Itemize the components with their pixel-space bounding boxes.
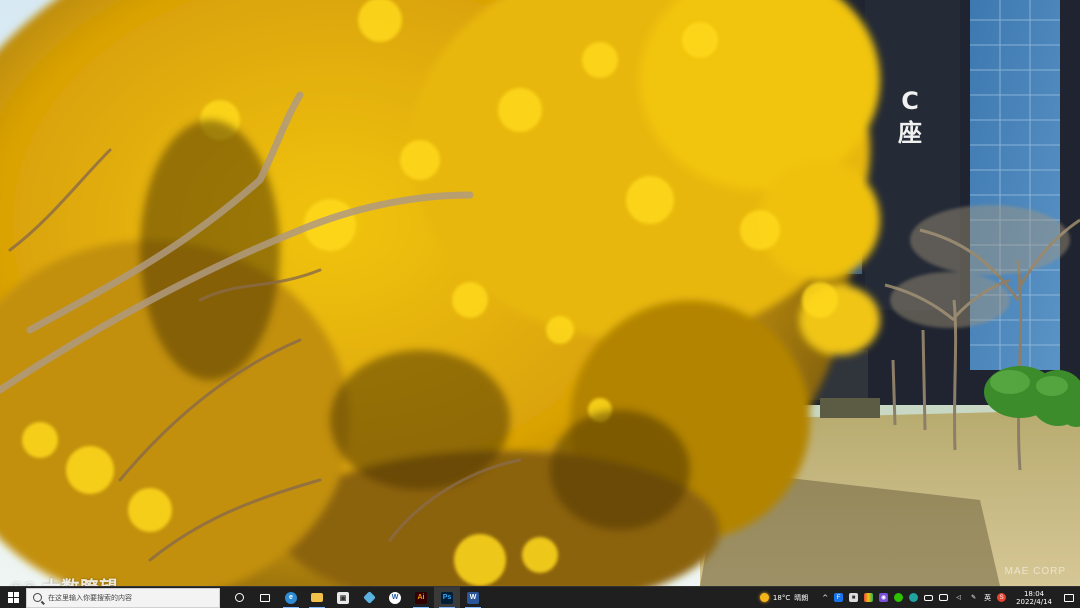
ime-indicator[interactable]: 英 (984, 593, 991, 603)
word-icon: W (467, 591, 479, 604)
sun-icon (759, 593, 769, 602)
taskbar-search-box[interactable]: 在这里输入你要搜索的内容 (26, 587, 220, 608)
sogou-ime-icon[interactable]: S (997, 593, 1007, 602)
taskbar-app-illustrator[interactable]: Ai (408, 587, 434, 608)
system-tray: 18°C 晴朗 ^ F ■ ◉ ◁ ✎ 英 S 18:04 2022/4/14 (759, 587, 1080, 608)
cube-icon (362, 591, 376, 604)
edge-icon: e (285, 591, 297, 604)
tray-app-blue-icon[interactable]: F (834, 593, 844, 602)
taskbar-app-edge[interactable]: e (278, 587, 304, 608)
clock-date: 2022/4/14 (1016, 597, 1052, 606)
desktop-wallpaper: C 座 (0, 0, 1080, 586)
volume-icon[interactable]: ◁ (954, 593, 963, 602)
battery-icon[interactable] (924, 594, 934, 601)
tray-app-teal-icon[interactable] (909, 593, 919, 602)
taskbar: 在这里输入你要搜索的内容 e ▣ W Ai Ps W 18°C 晴朗 ^ F ■… (0, 586, 1080, 608)
weather-widget[interactable]: 18°C 晴朗 (759, 593, 809, 603)
cortana-button[interactable] (226, 587, 252, 608)
weather-temp: 18°C (772, 593, 791, 602)
search-placeholder: 在这里输入你要搜索的内容 (48, 593, 132, 602)
photoshop-icon: Ps (441, 591, 453, 604)
store-icon: ▣ (337, 591, 349, 604)
tray-overflow-chevron-icon[interactable]: ^ (822, 594, 828, 602)
weather-desc: 晴朗 (794, 593, 809, 602)
taskbar-app-file-explorer[interactable] (304, 587, 330, 608)
folder-icon (311, 593, 323, 602)
task-view-button[interactable] (252, 587, 278, 608)
taskbar-app-photoshop[interactable]: Ps (434, 586, 460, 608)
tray-app-multicolor-icon[interactable] (864, 593, 874, 602)
pen-icon[interactable]: ✎ (969, 593, 978, 602)
wechat-icon[interactable] (894, 593, 904, 602)
app-circle-icon: W (389, 591, 401, 604)
tray-app-gray-icon[interactable]: ■ (849, 593, 859, 602)
taskbar-app-list: e ▣ W Ai Ps W (226, 586, 486, 608)
windows-logo-icon (7, 592, 19, 603)
taskbar-app-circle[interactable]: W (382, 587, 408, 608)
clock-time: 18:04 (1023, 589, 1045, 598)
tray-app-purple-icon[interactable]: ◉ (879, 593, 889, 602)
taskbar-app-blue[interactable] (356, 587, 382, 608)
taskbar-app-store[interactable]: ▣ (330, 587, 356, 608)
display-icon[interactable] (939, 594, 949, 601)
task-view-icon (260, 593, 270, 602)
building-sign-char: 座 (898, 119, 922, 147)
cortana-icon (234, 593, 244, 602)
illustrator-icon: Ai (415, 591, 427, 604)
notification-center-icon[interactable] (1064, 593, 1074, 602)
start-button[interactable] (0, 587, 26, 608)
building-sign: C 座 (892, 86, 928, 150)
building-sign-letter: C (901, 87, 919, 115)
search-icon (33, 593, 42, 602)
taskbar-app-word[interactable]: W (460, 587, 486, 608)
corner-brand: MAE CORP (1004, 566, 1066, 577)
taskbar-clock[interactable]: 18:04 2022/4/14 (1016, 590, 1052, 606)
